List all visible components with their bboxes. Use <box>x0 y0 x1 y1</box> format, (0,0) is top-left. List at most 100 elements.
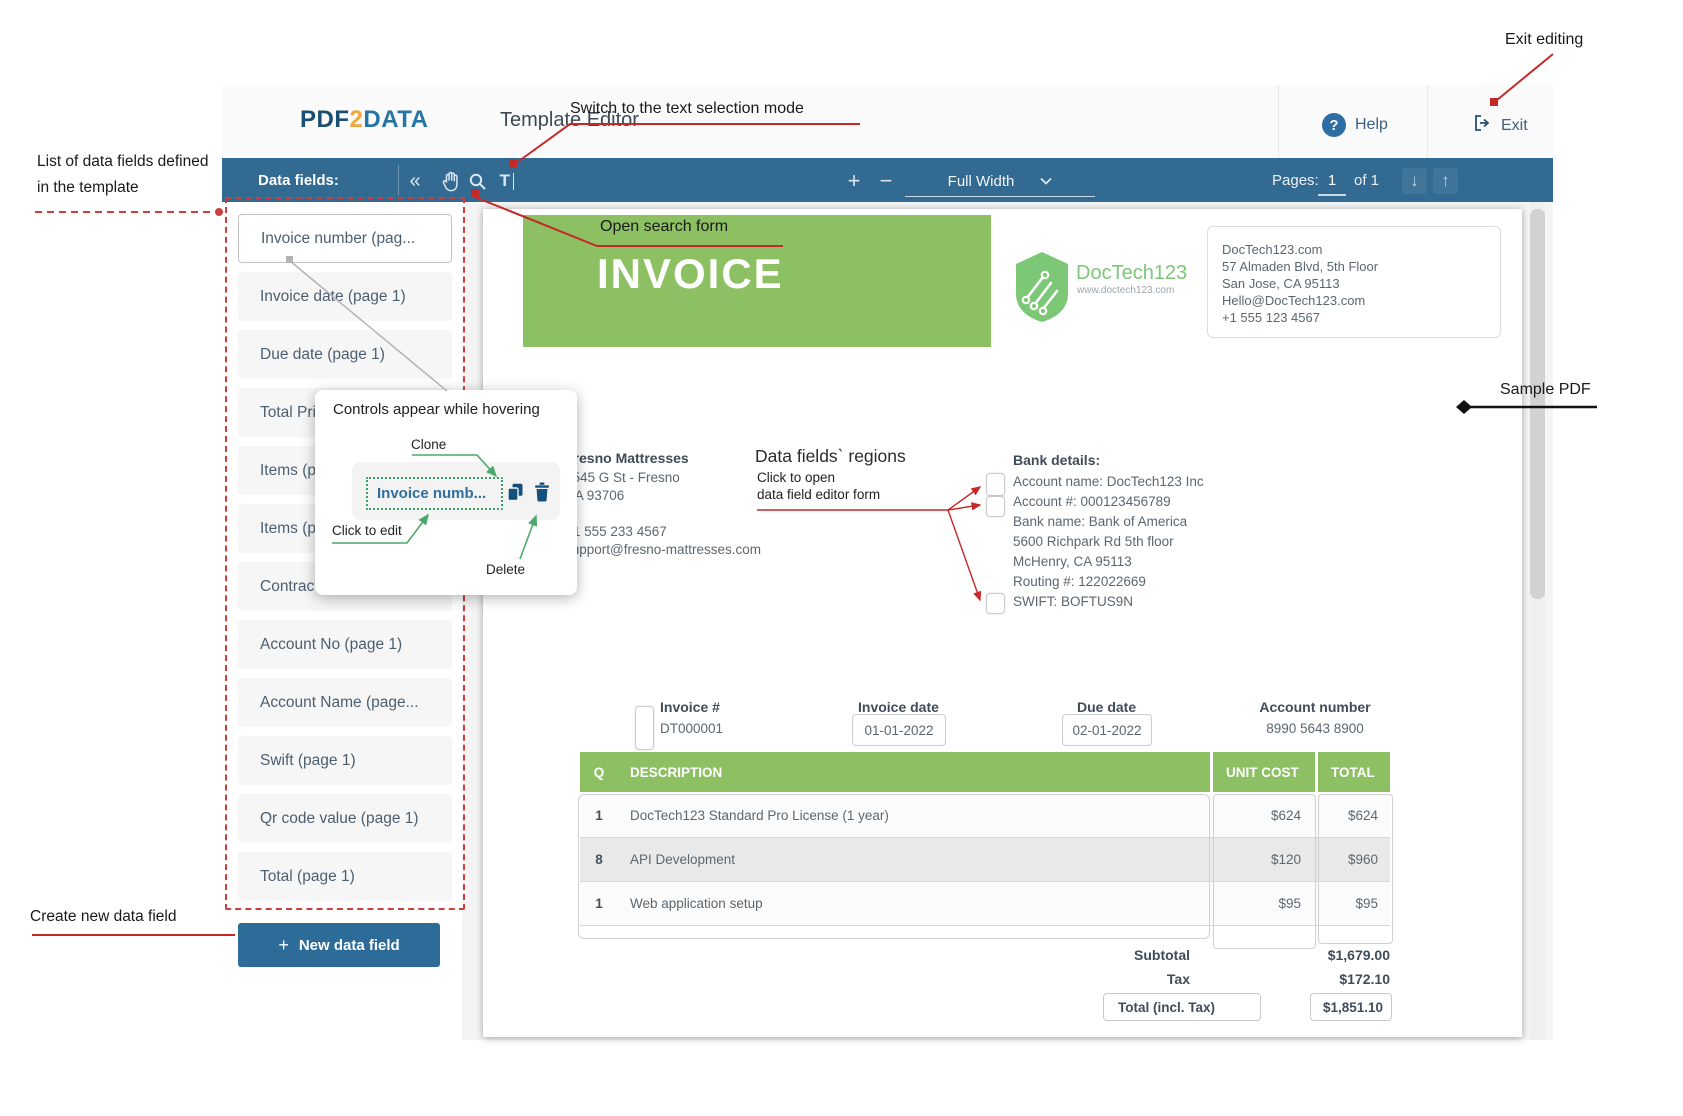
clone-annotation-label: Clone <box>411 437 446 452</box>
sidebar-item-invoice-date[interactable]: Invoice date (page 1) <box>238 272 452 321</box>
text-mode-glyph: T <box>500 171 510 191</box>
cell-qty: 8 <box>580 838 618 881</box>
zoom-level-value: Full Width <box>948 173 1015 190</box>
next-page-button[interactable]: ↓ <box>1402 168 1427 194</box>
open-search-annotation: Open search form <box>600 218 728 236</box>
header-divider <box>1427 85 1428 158</box>
zoom-level-select[interactable]: Full Width <box>905 166 1095 197</box>
exit-label: Exit <box>1501 117 1528 135</box>
company-card-line: DocTech123.com <box>1222 242 1482 257</box>
field-label: Account No (page 1) <box>260 636 402 654</box>
data-field-region-account-name[interactable] <box>986 473 1005 496</box>
field-label: Swift (page 1) <box>260 752 356 770</box>
company-card-line: 57 Almaden Blvd, 5th Floor <box>1222 259 1482 274</box>
tooltip-field-name[interactable]: Invoice numb... <box>366 477 503 510</box>
data-field-region-due-date[interactable]: 02-01-2022 <box>1062 714 1152 746</box>
invoice-items-table: Q DESCRIPTION UNIT COST TOTAL 1 DocTech1… <box>580 752 1390 926</box>
data-field-region-account-no[interactable] <box>986 496 1005 517</box>
logo-part-2: 2 <box>350 106 364 133</box>
pages-total: of 1 <box>1354 172 1379 189</box>
new-data-field-label: New data field <box>299 937 400 954</box>
previous-page-button[interactable]: ↑ <box>1433 168 1458 194</box>
text-selection-mode-icon[interactable]: T <box>494 169 520 193</box>
field-label: Qr code value (page 1) <box>260 810 419 828</box>
bank-line: 5600 Richpark Rd 5th floor <box>1013 534 1174 549</box>
sidebar-item-invoice-number[interactable]: Invoice number (pag... <box>238 214 452 263</box>
list-fields-annotation-line2: in the template <box>37 179 139 197</box>
data-field-region-total-value[interactable]: $1,851.10 <box>1310 993 1392 1021</box>
cell-unit-cost: $624 <box>1213 794 1315 837</box>
data-field-region-invoice-number[interactable] <box>635 706 654 750</box>
logo-part-data: DATA <box>363 106 428 133</box>
screen: PDF2DATA Template Editor ? Help Exit Dat… <box>0 0 1683 1116</box>
bank-line: Bank name: Bank of America <box>1013 514 1187 529</box>
delete-icon[interactable] <box>534 482 550 507</box>
due-date-label: Due date <box>1077 699 1136 715</box>
data-field-region-total-label[interactable]: Total (incl. Tax) <box>1103 993 1261 1021</box>
app-logo: PDF2DATA <box>300 106 428 134</box>
invoice-title: INVOICE <box>597 250 784 298</box>
sender-name: Fresno Mattresses <box>565 450 689 466</box>
invoice-no-value: DT000001 <box>660 721 723 736</box>
click-to-edit-annotation-label: Click to edit <box>332 523 402 538</box>
cell-qty: 1 <box>580 882 618 925</box>
account-number-value: 8990 5643 8900 <box>1240 721 1390 736</box>
table-row[interactable]: 1 Web application setup $95 $95 <box>580 882 1390 926</box>
create-field-annotation: Create new data field <box>30 908 176 926</box>
logo-part-pdf: PDF <box>300 106 350 133</box>
sidebar-item-account-name[interactable]: Account Name (page... <box>238 678 452 727</box>
tax-label: Tax <box>1040 971 1190 987</box>
data-field-region-swift[interactable] <box>986 593 1005 614</box>
collapse-sidebar-icon[interactable]: « <box>404 168 426 194</box>
sidebar-item-qr-code-value[interactable]: Qr code value (page 1) <box>238 794 452 843</box>
new-data-field-button[interactable]: + New data field <box>238 923 440 967</box>
exit-button[interactable]: Exit <box>1472 113 1528 138</box>
scrollbar-thumb[interactable] <box>1530 209 1545 599</box>
account-number-label: Account number <box>1240 699 1390 715</box>
zoom-in-button[interactable]: + <box>842 168 866 194</box>
regions-annotation-sub2: data field editor form <box>757 487 880 502</box>
pan-hand-icon[interactable] <box>440 169 462 193</box>
tax-value: $172.10 <box>1240 971 1390 987</box>
company-card-line: Hello@DocTech123.com <box>1222 293 1482 308</box>
bank-line: Routing #: 122022669 <box>1013 574 1146 589</box>
table-header-row: Q DESCRIPTION UNIT COST TOTAL <box>580 752 1390 792</box>
regions-annotation-title: Data fields` regions <box>755 446 906 467</box>
invoice-date-label: Invoice date <box>858 699 939 715</box>
cell-qty: 1 <box>580 794 618 837</box>
page-number-input[interactable]: 1 <box>1318 172 1346 196</box>
cell-total: $960 <box>1318 838 1390 881</box>
regions-annotation-sub1: Click to open <box>757 470 835 485</box>
cell-unit-cost: $95 <box>1213 882 1315 925</box>
sender-address-line: 1545 G St - Fresno <box>565 470 680 485</box>
sidebar-item-due-date[interactable]: Due date (page 1) <box>238 330 452 379</box>
data-field-region-invoice-date[interactable]: 01-01-2022 <box>852 714 946 746</box>
field-label: Invoice number (pag... <box>261 230 415 248</box>
cell-description: DocTech123 Standard Pro License (1 year) <box>618 794 1210 837</box>
logout-icon <box>1472 113 1492 138</box>
cell-total: $95 <box>1318 882 1390 925</box>
plus-icon: + <box>278 935 289 956</box>
help-label: Help <box>1355 116 1388 134</box>
help-button[interactable]: ? Help <box>1322 113 1388 137</box>
sender-email: support@fresno-mattresses.com <box>565 542 761 557</box>
cell-description: Web application setup <box>618 882 1210 925</box>
clone-icon[interactable] <box>507 483 524 507</box>
field-label: Invoice date (page 1) <box>260 288 406 306</box>
sidebar-item-swift[interactable]: Swift (page 1) <box>238 736 452 785</box>
table-row[interactable]: 1 DocTech123 Standard Pro License (1 yea… <box>580 794 1390 838</box>
zoom-out-button[interactable]: − <box>874 168 898 194</box>
data-fields-heading: Data fields: <box>258 172 339 189</box>
sidebar-item-account-no[interactable]: Account No (page 1) <box>238 620 452 669</box>
field-label: Total (page 1) <box>260 868 355 886</box>
sidebar-item-total[interactable]: Total (page 1) <box>238 852 452 901</box>
bank-line: SWIFT: BOFTUS9N <box>1013 594 1133 609</box>
toolbar-divider <box>398 165 399 195</box>
pages-label: Pages: <box>1272 172 1319 189</box>
search-icon[interactable] <box>466 169 488 193</box>
company-card-line: San Jose, CA 95113 <box>1222 276 1482 291</box>
bank-line: Account #: 000123456789 <box>1013 494 1171 509</box>
bank-details-title: Bank details: <box>1013 452 1100 468</box>
doctech-logo-name: DocTech123 <box>1076 262 1187 285</box>
table-row[interactable]: 8 API Development $120 $960 <box>580 838 1390 882</box>
